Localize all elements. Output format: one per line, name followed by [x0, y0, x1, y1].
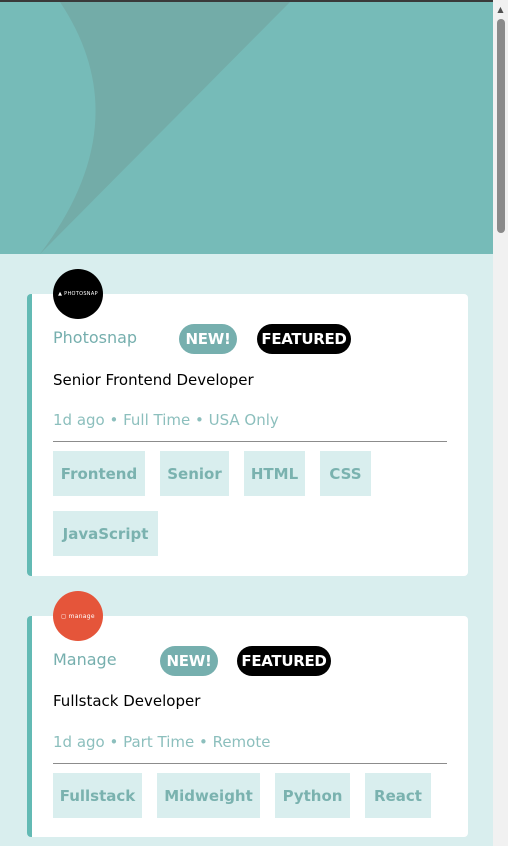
tag-html[interactable]: HTML [244, 451, 305, 496]
company-logo: ◻ manage [53, 591, 103, 641]
featured-badge: FEATURED [257, 324, 351, 354]
logo-text: ▲ PHOTOSNAP [58, 291, 98, 297]
job-meta: 1d ago • Part Time • Remote [53, 733, 271, 751]
tag-python[interactable]: Python [275, 773, 350, 818]
job-meta: 1d ago • Full Time • USA Only [53, 411, 279, 429]
banner-pattern [0, 2, 290, 254]
job-position[interactable]: Fullstack Developer [53, 692, 200, 710]
new-badge: NEW! [160, 646, 218, 676]
tag-fullstack[interactable]: Fullstack [53, 773, 142, 818]
company-name: Manage [53, 650, 117, 669]
logo-text: ◻ manage [61, 612, 95, 620]
tag-frontend[interactable]: Frontend [53, 451, 145, 496]
page-viewport: ▲ PHOTOSNAP Photosnap NEW! FEATURED Seni… [0, 0, 493, 846]
tag-midweight[interactable]: Midweight [157, 773, 260, 818]
scrollbar-thumb[interactable] [497, 19, 505, 233]
featured-badge: FEATURED [237, 646, 331, 676]
tag-css[interactable]: CSS [320, 451, 371, 496]
scroll-up-arrow-icon[interactable]: ▲ [493, 2, 508, 17]
tag-react[interactable]: React [365, 773, 431, 818]
company-name: Photosnap [53, 328, 138, 347]
company-logo: ▲ PHOTOSNAP [53, 269, 103, 319]
tag-senior[interactable]: Senior [160, 451, 229, 496]
tag-javascript[interactable]: JavaScript [53, 511, 158, 556]
vertical-scrollbar[interactable]: ▲ [493, 0, 508, 846]
card-divider [53, 441, 447, 442]
card-divider [53, 763, 447, 764]
new-badge: NEW! [179, 324, 237, 354]
header-banner [0, 2, 493, 254]
job-position[interactable]: Senior Frontend Developer [53, 371, 254, 389]
